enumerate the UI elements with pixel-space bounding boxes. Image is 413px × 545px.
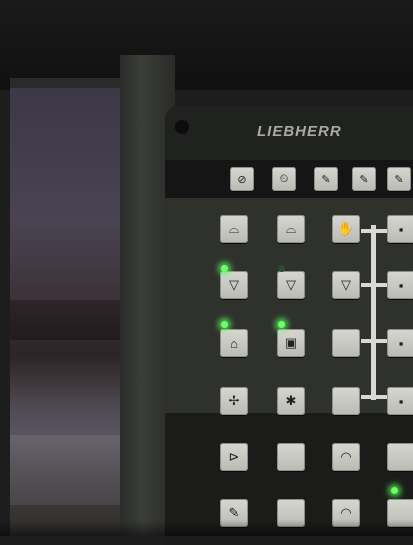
selector-rail-stub: [361, 283, 387, 287]
camera-icon[interactable]: ▪: [387, 329, 413, 357]
gauge-icon[interactable]: ⊳: [220, 443, 248, 471]
cab-light-icon[interactable]: ▣: [277, 329, 305, 357]
tool-icon[interactable]: ✎: [387, 167, 411, 191]
camera-icon[interactable]: ▪: [387, 271, 413, 299]
control-panel: LIEBHERR ⊘ ⏲ ✎ ✎ ✎ ⌓ ⌓ ✋ ▪ ▽ ▽ ▽ ▪ ⌂ ▣ ▪ ✢ ✱ ▪ ⊳ ◠ ✎ ◠: [165, 105, 413, 545]
shadow: [0, 520, 413, 536]
washer-icon[interactable]: ▽: [277, 271, 305, 299]
cab-roof: [0, 0, 413, 90]
window-frame: [10, 78, 130, 88]
blank-icon[interactable]: [277, 443, 305, 471]
selector-rail-stub: [361, 395, 387, 399]
brand-logo: LIEBHERR: [257, 123, 342, 140]
scale-icon[interactable]: ⊘: [230, 167, 254, 191]
cab-window: [10, 85, 130, 536]
treeline: [10, 300, 130, 340]
blank-icon[interactable]: [332, 387, 360, 415]
selector-rail-stub: [361, 339, 387, 343]
washer-icon[interactable]: ▽: [220, 271, 248, 299]
panel-screw: [175, 120, 189, 134]
status-led: [221, 321, 228, 328]
status-led: [278, 321, 285, 328]
status-led: [221, 265, 228, 272]
washer-icon[interactable]: ▽: [332, 271, 360, 299]
selector-rail: [371, 225, 376, 400]
hand-icon[interactable]: ✋: [332, 215, 360, 243]
fan-icon[interactable]: ✱: [277, 387, 305, 415]
crane-icon[interactable]: ✢: [220, 387, 248, 415]
timer-icon[interactable]: ⏲: [272, 167, 296, 191]
blank-icon[interactable]: [387, 443, 413, 471]
boom-light-icon[interactable]: ⌂: [220, 329, 248, 357]
camera-icon[interactable]: ▪: [387, 215, 413, 243]
status-led: [391, 487, 398, 494]
wiper-front-icon[interactable]: ⌓: [220, 215, 248, 243]
blank-icon[interactable]: [332, 329, 360, 357]
wiper-roof-icon[interactable]: ⌓: [277, 215, 305, 243]
status-led: [278, 265, 285, 272]
selector-rail-stub: [361, 229, 387, 233]
tool-icon[interactable]: ✎: [352, 167, 376, 191]
ground-reflection: [10, 435, 130, 505]
camera-icon[interactable]: ▪: [387, 387, 413, 415]
wrench-icon[interactable]: ✎: [314, 167, 338, 191]
gauge-icon[interactable]: ◠: [332, 443, 360, 471]
